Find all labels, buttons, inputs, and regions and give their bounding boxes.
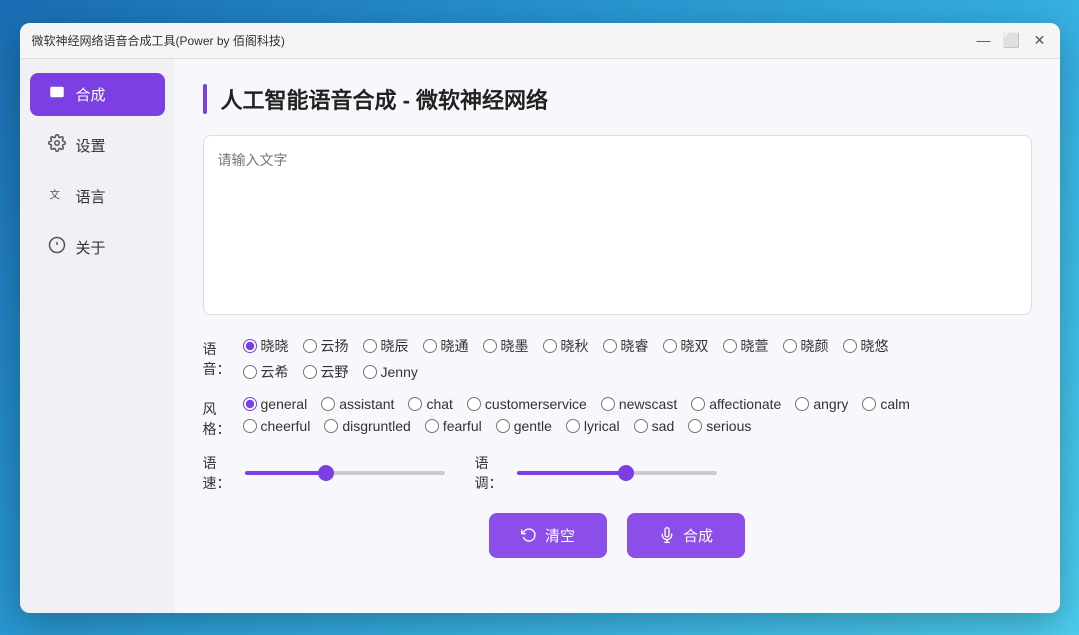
style-newscast[interactable]: newscast bbox=[601, 396, 677, 412]
clear-button[interactable]: 清空 bbox=[489, 513, 607, 558]
sidebar-label-settings: 设置 bbox=[76, 135, 106, 156]
voice-xiaochen[interactable]: 晓辰 bbox=[363, 336, 409, 356]
voice-options: 晓晓 云扬 晓辰 晓通 晓墨 bbox=[243, 336, 1032, 382]
settings-icon bbox=[48, 134, 66, 157]
slider-row: 语速： 语调： bbox=[203, 453, 1032, 493]
style-disgruntled[interactable]: disgruntled bbox=[324, 418, 411, 434]
sidebar-label-language: 语言 bbox=[76, 186, 106, 207]
pitch-group: 语调： bbox=[475, 453, 717, 493]
synthesize-icon bbox=[48, 83, 66, 106]
about-icon bbox=[48, 236, 66, 259]
style-serious[interactable]: serious bbox=[688, 418, 751, 434]
style-lyrical[interactable]: lyrical bbox=[566, 418, 620, 434]
sidebar: 合成 设置 文 语言 关于 bbox=[20, 59, 175, 613]
style-chat[interactable]: chat bbox=[408, 396, 452, 412]
voice-label: 语音： bbox=[203, 336, 243, 379]
minimize-button[interactable]: — bbox=[976, 32, 992, 48]
style-angry[interactable]: angry bbox=[795, 396, 848, 412]
svg-text:文: 文 bbox=[49, 187, 60, 200]
main-layout: 合成 设置 文 语言 关于 bbox=[20, 59, 1060, 613]
sidebar-item-about[interactable]: 关于 bbox=[30, 226, 165, 269]
style-general[interactable]: general bbox=[243, 396, 308, 412]
voice-row-2: 云希 云野 Jenny bbox=[243, 362, 1032, 382]
voice-yunxi[interactable]: 云希 bbox=[243, 362, 289, 382]
content-area: 人工智能语音合成 - 微软神经网络 语音： 晓晓 云扬 bbox=[175, 59, 1060, 613]
sidebar-label-about: 关于 bbox=[76, 237, 106, 258]
synthesize-button[interactable]: 合成 bbox=[627, 513, 745, 558]
style-row-1: general assistant chat customerservice bbox=[243, 396, 1032, 412]
speed-group: 语速： bbox=[203, 453, 445, 493]
speed-label: 语速： bbox=[203, 453, 235, 493]
window-controls: — ⬜ ✕ bbox=[976, 32, 1048, 48]
page-header: 人工智能语音合成 - 微软神经网络 bbox=[203, 83, 1032, 115]
window-title: 微软神经网络语音合成工具(Power by 佰阁科技) bbox=[32, 32, 976, 49]
style-fearful[interactable]: fearful bbox=[425, 418, 482, 434]
voice-jenny[interactable]: Jenny bbox=[363, 362, 418, 382]
language-icon: 文 bbox=[48, 185, 66, 208]
style-row-2: cheerful disgruntled fearful gentle bbox=[243, 418, 1032, 434]
voice-xiaorong[interactable]: 晓睿 bbox=[603, 336, 649, 356]
style-cheerful[interactable]: cheerful bbox=[243, 418, 311, 434]
style-row: 风格： general assistant chat cu bbox=[203, 396, 1032, 439]
titlebar: 微软神经网络语音合成工具(Power by 佰阁科技) — ⬜ ✕ bbox=[20, 23, 1060, 59]
style-customerservice[interactable]: customerservice bbox=[467, 396, 587, 412]
voice-xiaoxiao[interactable]: 晓晓 bbox=[243, 336, 289, 356]
style-sad[interactable]: sad bbox=[634, 418, 675, 434]
voice-yunye[interactable]: 云野 bbox=[303, 362, 349, 382]
voice-xiaomo[interactable]: 晓墨 bbox=[483, 336, 529, 356]
button-row: 清空 合成 bbox=[203, 513, 1032, 558]
voice-row: 语音： 晓晓 云扬 晓辰 晓通 bbox=[203, 336, 1032, 382]
close-button[interactable]: ✕ bbox=[1032, 32, 1048, 48]
pitch-slider[interactable] bbox=[517, 471, 717, 475]
main-window: 微软神经网络语音合成工具(Power by 佰阁科技) — ⬜ ✕ 合成 设置 bbox=[20, 23, 1060, 613]
text-input[interactable] bbox=[203, 135, 1032, 315]
voice-xiaotong[interactable]: 晓通 bbox=[423, 336, 469, 356]
voice-xiaoqiu[interactable]: 晓秋 bbox=[543, 336, 589, 356]
style-calm[interactable]: calm bbox=[862, 396, 910, 412]
style-label: 风格： bbox=[203, 396, 243, 439]
sidebar-label-synthesize: 合成 bbox=[76, 84, 106, 105]
voice-xiaoyan[interactable]: 晓颜 bbox=[783, 336, 829, 356]
voice-xiaoshuang[interactable]: 晓双 bbox=[663, 336, 709, 356]
style-gentle[interactable]: gentle bbox=[496, 418, 552, 434]
pitch-label: 语调： bbox=[475, 453, 507, 493]
voice-xiaoyou[interactable]: 晓悠 bbox=[843, 336, 889, 356]
sidebar-item-settings[interactable]: 设置 bbox=[30, 124, 165, 167]
style-assistant[interactable]: assistant bbox=[321, 396, 394, 412]
synthesize-icon bbox=[659, 527, 675, 543]
header-divider bbox=[203, 84, 207, 114]
style-options: general assistant chat customerservice bbox=[243, 396, 1032, 434]
style-affectionate[interactable]: affectionate bbox=[691, 396, 781, 412]
voice-xiaoxuan[interactable]: 晓萱 bbox=[723, 336, 769, 356]
clear-icon bbox=[521, 527, 537, 543]
voice-row-1: 晓晓 云扬 晓辰 晓通 晓墨 bbox=[243, 336, 1032, 356]
sidebar-item-synthesize[interactable]: 合成 bbox=[30, 73, 165, 116]
voice-yunyang[interactable]: 云扬 bbox=[303, 336, 349, 356]
speed-slider[interactable] bbox=[245, 471, 445, 475]
page-title: 人工智能语音合成 - 微软神经网络 bbox=[221, 83, 549, 115]
sidebar-item-language[interactable]: 文 语言 bbox=[30, 175, 165, 218]
maximize-button[interactable]: ⬜ bbox=[1004, 32, 1020, 48]
